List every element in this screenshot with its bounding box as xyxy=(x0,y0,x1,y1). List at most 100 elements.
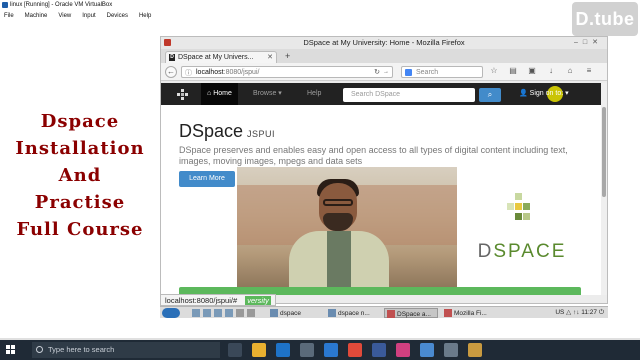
page-title-sub: JSPUI xyxy=(247,129,276,139)
learn-more-button[interactable]: Learn More xyxy=(179,171,235,187)
guest-task-0[interactable]: dspace xyxy=(268,308,301,318)
vbox-menu-file[interactable]: File xyxy=(4,10,14,22)
dspace-navbar: ⌂ Home Browse ▾ Help Search DSpace ⌕ 👤 S… xyxy=(161,83,601,105)
firefox-title-text: DSpace at My University: Home - Mozilla … xyxy=(303,38,465,47)
download-icon[interactable]: ↓ xyxy=(546,66,556,75)
dspace-logo-icon[interactable] xyxy=(177,89,189,101)
launcher-icon[interactable] xyxy=(203,309,211,317)
dtube-logo: D.tube xyxy=(572,2,638,36)
tab-strip: D DSpace at My Univers... ✕ + xyxy=(161,49,607,63)
nav-browse-label: Browse xyxy=(253,90,277,97)
windows-search-box[interactable]: Type here to search xyxy=(32,342,220,358)
tab-close-icon[interactable]: ✕ xyxy=(267,52,273,63)
screen-root: linux [Running] - Oracle VM VirtualBox F… xyxy=(0,0,640,360)
dspace-search-button[interactable]: ⌕ xyxy=(479,88,501,102)
guest-system-tray[interactable]: US △ ↑↓ 11:27 ⏻ xyxy=(555,307,604,318)
browser-icon xyxy=(387,310,395,318)
reload-icon[interactable]: ↻ xyxy=(374,67,380,78)
url-bar[interactable]: ⓘ localhost:8080/jspui/ ↻ → xyxy=(181,66,393,78)
google-icon xyxy=(405,69,412,76)
app-icon[interactable] xyxy=(396,343,410,357)
sign-on-label-b: on to: xyxy=(545,90,564,97)
dspace-brand-logo: DSPACE xyxy=(467,191,577,271)
vbox-menu-devices[interactable]: Devices xyxy=(107,10,128,22)
launcher-icon[interactable] xyxy=(236,309,244,317)
chrome-icon[interactable] xyxy=(348,343,362,357)
overlay-line-5: Full Course xyxy=(16,219,144,240)
launcher-icon[interactable] xyxy=(247,309,255,317)
back-arrow-icon[interactable]: ← xyxy=(165,66,177,78)
reading-list-icon[interactable]: ▤ xyxy=(508,66,518,75)
nav-home[interactable]: ⌂ Home xyxy=(201,83,238,105)
vbox-menu-input[interactable]: Input xyxy=(82,10,95,22)
url-path: :8080/jspui/ xyxy=(223,69,260,76)
vbox-menu-machine[interactable]: Machine xyxy=(25,10,48,22)
virtualbox-task-icon[interactable] xyxy=(468,343,482,357)
app-icon[interactable] xyxy=(444,343,458,357)
launcher-icon[interactable] xyxy=(225,309,233,317)
window-controls[interactable]: ‒□✕ xyxy=(574,37,603,49)
guest-taskbar: dspace dspace n... DSpace a... Mozilla F… xyxy=(160,306,608,318)
firefox-task-icon xyxy=(444,309,452,317)
search-icon xyxy=(36,346,43,353)
vbox-menu-bar: File Machine View Input Devices Help xyxy=(0,10,640,22)
windows-pinned-apps xyxy=(228,343,482,357)
vbox-menu-help[interactable]: Help xyxy=(139,10,151,22)
search-box[interactable]: Search xyxy=(401,66,483,78)
app-icon[interactable] xyxy=(420,343,434,357)
mail-icon[interactable] xyxy=(324,343,338,357)
info-icon[interactable]: ⓘ xyxy=(185,68,192,79)
toolbar-icons: ☆ ▤ ▣ ↓ ⌂ ≡ xyxy=(489,66,594,75)
nav-home-label: Home xyxy=(213,90,232,97)
banner-photo xyxy=(237,167,457,291)
windows-start-icon[interactable] xyxy=(6,345,16,355)
windows-taskbar: Type here to search xyxy=(0,340,640,360)
new-tab-plus-icon[interactable]: + xyxy=(285,51,290,61)
dspace-search-input[interactable]: Search DSpace xyxy=(343,88,475,102)
vbox-title-bar: linux [Running] - Oracle VM VirtualBox xyxy=(0,0,640,10)
launcher-icon[interactable] xyxy=(192,309,200,317)
launcher-icon[interactable] xyxy=(214,309,222,317)
firefox-window: DSpace at My University: Home - Mozilla … xyxy=(160,36,608,304)
page-title: DSpace JSPUI xyxy=(179,121,275,142)
guest-menu-icon[interactable] xyxy=(162,308,180,318)
task-view-icon[interactable] xyxy=(228,343,242,357)
folder-icon xyxy=(328,309,336,317)
home-icon[interactable]: ⌂ xyxy=(565,66,575,75)
course-title-overlay: Dspace Installation And Practise Full Co… xyxy=(2,108,158,243)
windows-search-placeholder: Type here to search xyxy=(48,345,115,354)
lock-icon[interactable]: ▣ xyxy=(527,66,537,75)
firefox-title-bar: DSpace at My University: Home - Mozilla … xyxy=(161,37,607,49)
firefox-icon xyxy=(164,39,171,46)
sign-on-dropdown[interactable]: 👤 Sign on to: ▾ xyxy=(519,83,569,105)
search-box-placeholder: Search xyxy=(416,69,439,76)
tab-title: DSpace at My Univers... xyxy=(178,54,254,61)
nav-browse-dropdown[interactable]: Browse ▾ xyxy=(253,83,282,105)
sign-on-label-a: Sign xyxy=(529,90,546,97)
virtualbox-icon xyxy=(2,2,8,8)
app-icon[interactable] xyxy=(372,343,386,357)
page-viewport: ⌂ Home Browse ▾ Help Search DSpace ⌕ 👤 S… xyxy=(161,83,607,295)
star-icon[interactable]: ☆ xyxy=(489,66,499,75)
nav-help[interactable]: Help xyxy=(307,83,321,105)
go-arrow-icon[interactable]: → xyxy=(383,67,389,78)
guest-task-1[interactable]: dspace n... xyxy=(326,308,370,318)
guest-task-3[interactable]: Mozilla Fi... xyxy=(442,308,487,318)
vbox-menu-view[interactable]: View xyxy=(58,10,71,22)
store-icon[interactable] xyxy=(300,343,314,357)
hamburger-menu-icon[interactable]: ≡ xyxy=(584,66,594,75)
overlay-line-3: And xyxy=(58,165,102,186)
edge-icon[interactable] xyxy=(276,343,290,357)
navigation-toolbar: ← ⓘ localhost:8080/jspui/ ↻ → Search ☆ ▤… xyxy=(161,63,607,81)
banner-text: versity xyxy=(245,296,271,305)
page-description: DSpace preserves and enables easy and op… xyxy=(179,145,568,166)
guest-launchers xyxy=(192,309,255,317)
scrollbar-thumb[interactable] xyxy=(602,107,606,197)
overlay-line-4: Practise xyxy=(34,192,126,213)
file-explorer-icon[interactable] xyxy=(252,343,266,357)
guest-task-2[interactable]: DSpace a... xyxy=(384,308,438,318)
tab-dspace[interactable]: D DSpace at My Univers... ✕ xyxy=(165,51,277,63)
vbox-title-text: linux [Running] - Oracle VM VirtualBox xyxy=(10,2,113,8)
overlay-line-2: Installation xyxy=(15,138,145,159)
url-host: localhost xyxy=(196,69,224,76)
